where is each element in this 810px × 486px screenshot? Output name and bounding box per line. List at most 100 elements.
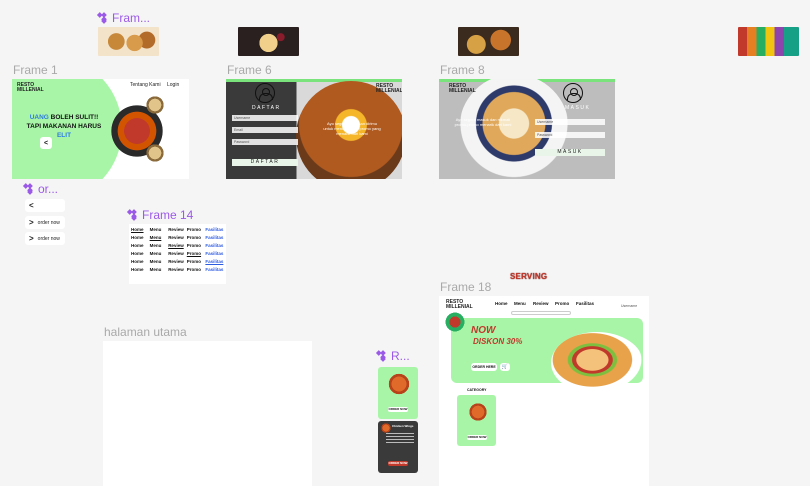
component-set-label[interactable]: R... — [378, 349, 410, 363]
frame-label[interactable]: Frame 8 — [440, 63, 485, 77]
nav-item-menu[interactable]: Menu — [150, 243, 169, 248]
chicken-wings-image — [386, 371, 412, 397]
component-set-label[interactable]: Fram... — [99, 11, 150, 25]
component-icon — [129, 210, 139, 220]
nav-item-promo[interactable]: Promo — [187, 259, 206, 264]
frame-label[interactable]: Frame 1 — [13, 63, 58, 77]
nav-item-promo[interactable]: Promo — [187, 267, 206, 272]
nav-item-promo[interactable]: Promo — [187, 227, 206, 232]
order-now-button[interactable]: > order now — [25, 232, 65, 245]
card-title: Chicken Wings — [392, 424, 414, 428]
order-now-button[interactable]: > order now — [25, 216, 65, 229]
nav-item-home[interactable]: Home — [131, 235, 150, 240]
nav-item-review[interactable]: Review — [168, 251, 187, 256]
order-now-button[interactable]: ORDER NOW — [388, 407, 408, 412]
nav-item-fasilitas[interactable]: Fasilitas — [205, 235, 224, 240]
password-field[interactable]: Password — [535, 132, 605, 138]
vegetable-image — [443, 312, 467, 332]
nav-item-fasilitas[interactable]: Fasilitas — [205, 227, 224, 232]
nav-item-promo[interactable]: Promo — [187, 235, 206, 240]
nav-item-promo[interactable]: Promo — [187, 251, 206, 256]
halaman-utama-frame[interactable] — [103, 341, 312, 486]
nav-item-home[interactable]: Home — [131, 259, 150, 264]
nav-item-fasilitas[interactable]: Fasilitas — [205, 243, 224, 248]
user-icon — [563, 83, 583, 103]
hero-headline: UANG BOLEH SULIT!! TAPI MAKANAN HARUS EL… — [24, 113, 104, 140]
order-now-label: order now — [37, 219, 60, 226]
nav-item-menu[interactable]: Menu — [150, 227, 169, 232]
food-thumbnail-spring-rolls[interactable] — [98, 27, 159, 56]
pancake-image — [459, 79, 569, 179]
password-field[interactable]: Password — [232, 139, 298, 145]
nav-item-review[interactable]: Review — [168, 227, 187, 232]
nav-item-fasilitas[interactable]: Fasilitas — [205, 259, 224, 264]
nav-item-review[interactable]: Review — [168, 243, 187, 248]
frame-6-register[interactable]: RESTO MILLENIAL DAFTAR Username Email Pa… — [226, 79, 402, 179]
username-field[interactable]: Username — [535, 119, 605, 125]
nav-item-menu[interactable]: Menu — [150, 251, 169, 256]
frame-label[interactable]: halaman utama — [104, 325, 187, 339]
profile-username[interactable]: Username — [621, 304, 637, 308]
username-field[interactable]: Username — [232, 115, 298, 121]
card-description — [386, 433, 414, 445]
food-thumbnail-noodles[interactable] — [458, 27, 519, 56]
component-set-label[interactable]: Frame 14 — [129, 208, 193, 222]
nav-item-home[interactable]: Home — [131, 251, 150, 256]
brand-logo: RESTO MILLENIAL — [376, 83, 402, 94]
order-here-button[interactable]: ORDER HERE — [471, 363, 497, 371]
component-icon — [99, 13, 109, 23]
category-card[interactable]: ORDER NOW — [457, 395, 496, 446]
back-chevron-button[interactable]: < — [25, 199, 65, 212]
nav-item-menu[interactable]: Menu — [150, 235, 169, 240]
food-thumbnail-vegetables[interactable] — [738, 27, 799, 56]
order-now-button[interactable]: ORDER NOW — [388, 461, 408, 466]
headline-text-1: BOLEH SULIT!! — [48, 114, 99, 121]
chicken-wings-image — [467, 401, 489, 423]
cart-icon[interactable]: 🛒 — [500, 363, 510, 371]
frame-1[interactable]: RESTO MILLENIAL Tentang Kami Login UANG … — [12, 79, 189, 179]
frame-label[interactable]: Frame 18 — [440, 280, 491, 294]
prev-arrow-button[interactable]: < — [40, 137, 52, 149]
nav-item-home[interactable]: Home — [131, 267, 150, 272]
form-title: DAFTAR — [252, 105, 281, 111]
nav-item-home[interactable]: Home — [131, 243, 150, 248]
menu-card-variant-2[interactable]: Chicken Wings ORDER NOW — [378, 421, 418, 473]
order-now-button[interactable]: ORDER NOW — [467, 435, 487, 440]
headline-text-2: TAPI MAKANAN HARUS — [26, 123, 102, 130]
table-row: Home Menu Review Promo Fasilitas — [131, 265, 224, 273]
nav-item-review[interactable]: Review — [168, 235, 187, 240]
search-input[interactable] — [511, 311, 571, 315]
email-field[interactable]: Email — [232, 127, 298, 133]
nav-item-home[interactable]: Home — [131, 227, 150, 232]
nav-item-review[interactable]: Review — [168, 267, 187, 272]
menu-card-variant-1[interactable]: ORDER NOW — [378, 367, 418, 419]
nav-login[interactable]: Login — [167, 82, 179, 88]
nav-fasilitas[interactable]: Fasilitas — [576, 301, 594, 306]
component-icon — [25, 184, 35, 194]
nav-promo[interactable]: Promo — [555, 301, 569, 306]
nav-item-menu[interactable]: Menu — [150, 267, 169, 272]
nav-menu[interactable]: Menu — [514, 301, 526, 306]
nav-home[interactable]: Home — [495, 301, 508, 306]
masuk-button[interactable]: MASUK — [535, 149, 605, 156]
component-set-label[interactable]: or... — [25, 182, 58, 196]
nav-review[interactable]: Review — [533, 301, 549, 306]
side-dish-image — [144, 142, 166, 164]
nav-item-review[interactable]: Review — [168, 259, 187, 264]
nav-tentang-kami[interactable]: Tentang Kami — [130, 82, 161, 88]
nav-item-fasilitas[interactable]: Fasilitas — [205, 267, 224, 272]
top-accent-bar — [226, 79, 402, 82]
nav-item-promo[interactable]: Promo — [187, 243, 206, 248]
user-icon — [255, 83, 275, 103]
frame-18-home[interactable]: RESTO MILLENIAL Home Menu Review Promo F… — [439, 296, 649, 486]
table-row: Home Menu Review Promo Fasilitas — [131, 257, 224, 265]
frame-8-login[interactable]: RESTO MILLENIAL MASUK Ayo segera masuk d… — [439, 79, 615, 179]
nav-variants-table[interactable]: Home Menu Review Promo Fasilitas Home Menu Revi… — [129, 224, 226, 284]
food-thumbnail-dessert[interactable] — [238, 27, 299, 56]
frame-label[interactable]: Frame 6 — [227, 63, 272, 77]
nav-item-fasilitas[interactable]: Fasilitas — [205, 251, 224, 256]
daftar-button[interactable]: DAFTAR — [232, 159, 298, 166]
nav-item-menu[interactable]: Menu — [150, 259, 169, 264]
now-text: NOW — [471, 325, 496, 336]
component-icon — [378, 351, 388, 361]
